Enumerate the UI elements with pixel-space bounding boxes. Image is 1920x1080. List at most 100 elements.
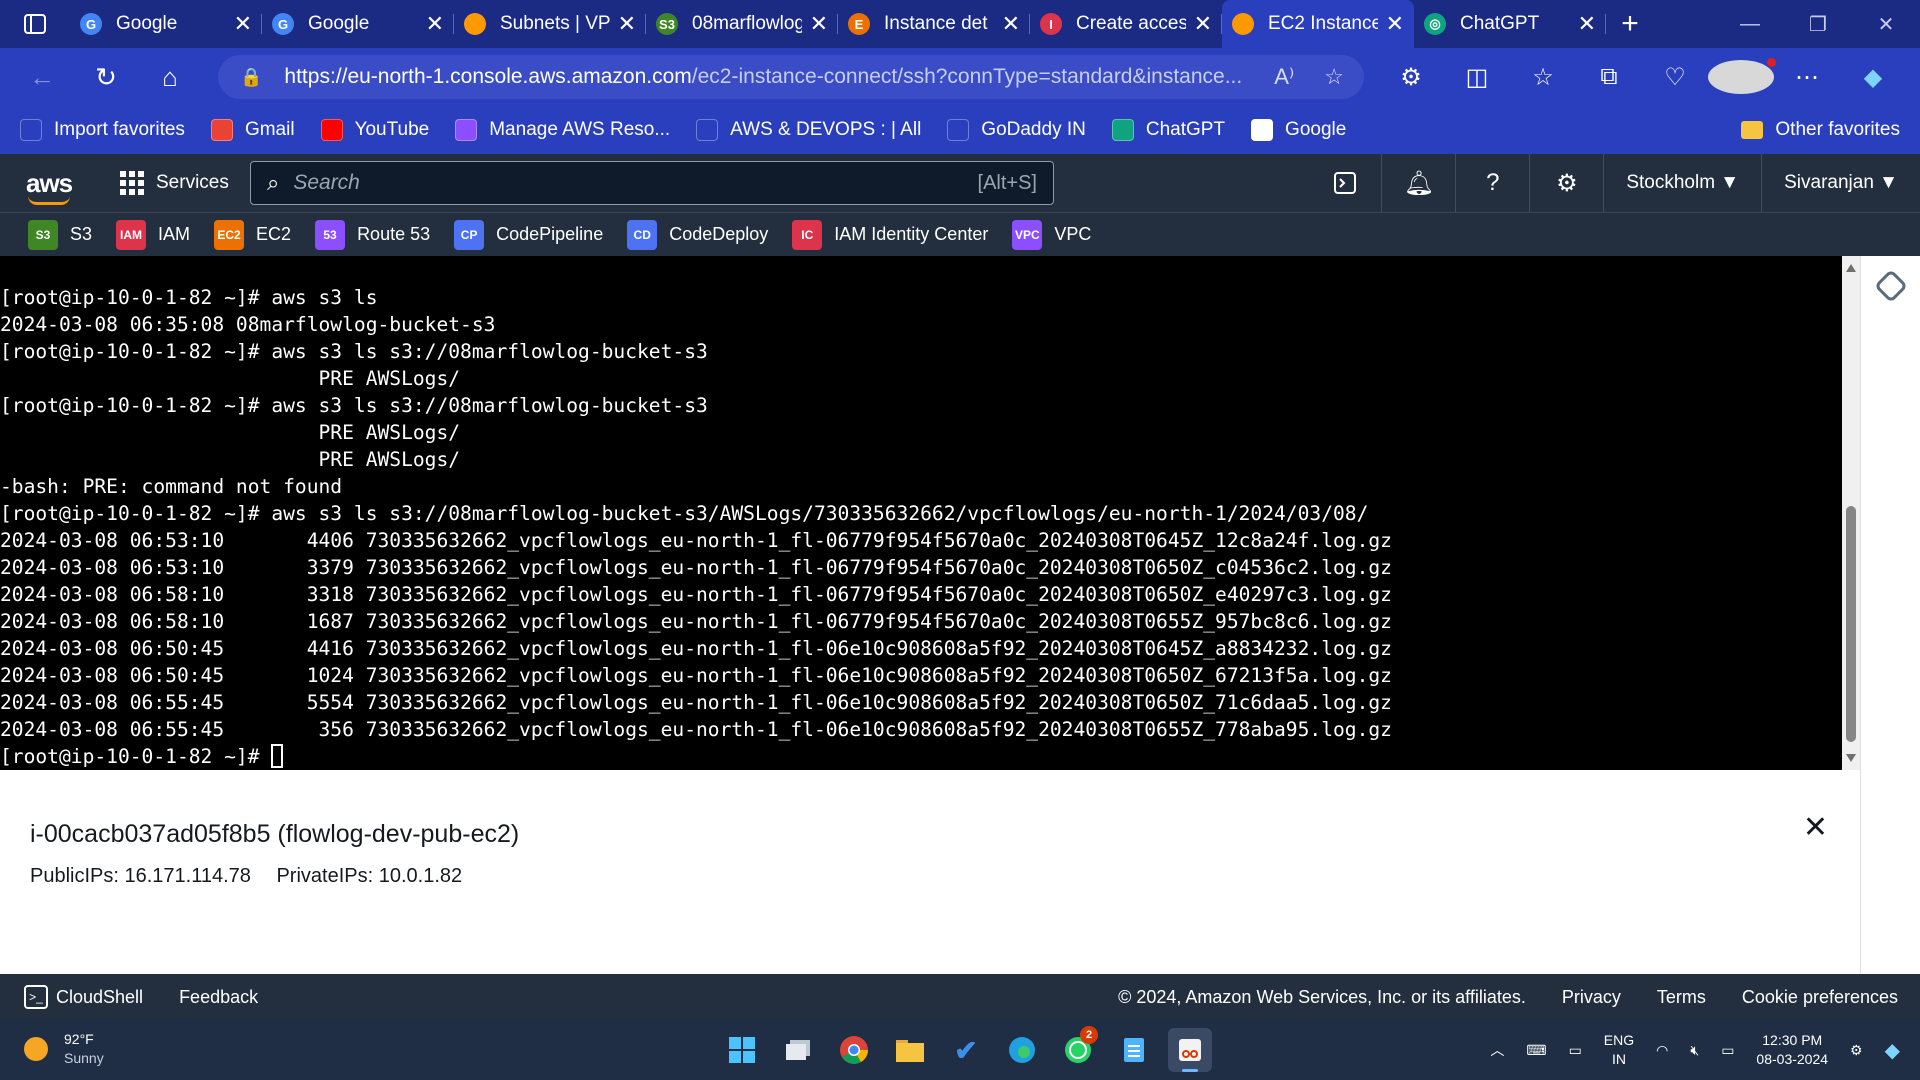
browser-tab[interactable]: Subnets | VP ✕ [454,0,646,48]
cloudshell-icon[interactable] [1308,154,1383,212]
collections-icon[interactable]: ⧉ [1576,63,1642,91]
browser-tab[interactable]: E Instance det ✕ [838,0,1030,48]
close-tab-icon[interactable]: ✕ [618,11,636,37]
favorite-star-icon[interactable]: ☆ [1324,64,1344,90]
lock-icon[interactable]: 🔒 [240,67,262,88]
terminal-scrollbar[interactable] [1842,256,1860,770]
service-shortcut[interactable]: CD CodeDeploy [627,219,768,250]
google-icon: G [80,13,102,35]
tab-label: Subnets | VP [500,13,610,34]
favorite-link[interactable]: YouTube [320,119,429,141]
close-tab-icon[interactable]: ✕ [234,11,252,37]
battery-icon[interactable]: ▭ [1721,1042,1734,1059]
ssh-terminal[interactable]: [root@ip-10-0-1-82 ~]# aws s3 ls 2024-03-… [0,256,1842,770]
service-shortcut[interactable]: IC IAM Identity Center [792,219,988,250]
favorite-link[interactable]: Manage AWS Reso... [455,119,670,141]
other-favorites-link[interactable]: Other favorites [1775,119,1900,141]
service-shortcut[interactable]: S3 S3 [28,219,92,250]
notification-settings-icon[interactable]: ⚙ [1850,1042,1863,1059]
browser-essentials-icon[interactable]: ♡ [1642,63,1708,92]
extensions-icon[interactable]: ⚙ [1378,63,1444,92]
weather-widget[interactable]: 92°F Sunny [24,1030,104,1068]
whatsapp-icon[interactable]: 2 [1056,1026,1100,1072]
favorite-link[interactable]: Google [1251,119,1346,141]
browser-tab[interactable]: G Google ✕ [262,0,454,48]
address-bar[interactable]: 🔒 https://eu-north-1.console.aws.amazon.… [218,55,1364,99]
notepad-icon[interactable] [1112,1028,1156,1072]
close-tab-icon[interactable]: ✕ [1194,11,1212,37]
edge-icon[interactable] [1000,1028,1044,1072]
favorite-link[interactable]: AWS & DEVOPS : | All [696,119,921,141]
keyboard-icon[interactable]: ⌨ [1526,1042,1546,1059]
todo-check-icon[interactable]: ✔ [944,1028,988,1072]
split-screen-icon[interactable]: ◫ [1444,63,1510,92]
notifications-bell-icon[interactable]: 🔔︎ [1382,154,1457,212]
browser-tab[interactable]: I Create acces ✕ [1030,0,1222,48]
more-options-icon[interactable]: ⋯ [1774,63,1840,92]
snipping-tool-icon[interactable] [1168,1028,1212,1072]
close-tab-icon[interactable]: ✕ [810,11,828,37]
favorite-link[interactable]: GoDaddy IN [947,119,1086,141]
terminal-line: 2024-03-08 06:35:08 08marflowlog-bucket-… [0,313,496,336]
language-indicator[interactable]: ENG IN [1604,1031,1634,1069]
feedback-link[interactable]: Feedback [179,987,258,1008]
home-icon[interactable]: ⌂ [138,52,202,102]
close-tab-icon[interactable]: ✕ [1578,11,1596,37]
favorite-link[interactable]: Gmail [210,119,295,141]
terminal-line: 2024-03-08 06:55:45 356 730335632662_vpc… [0,718,1392,741]
terms-link[interactable]: Terms [1657,987,1706,1008]
favorite-link[interactable]: Import favorites [20,119,185,141]
browser-tab[interactable]: ◎ ChatGPT ✕ [1414,0,1606,48]
back-icon[interactable]: ← [10,52,74,102]
chrome-icon[interactable] [832,1028,876,1072]
volume-muted-icon[interactable]: 🔇︎ [1690,1042,1699,1059]
browser-tab[interactable]: EC2 Instance ✕ [1222,0,1414,48]
service-shortcut[interactable]: CP CodePipeline [454,219,603,250]
clock[interactable]: 12:30 PM 08-03-2024 [1756,1031,1828,1069]
copilot-taskbar-icon[interactable]: ◆ [1885,1038,1900,1063]
close-tab-icon[interactable]: ✕ [1002,11,1020,37]
settings-gear-icon[interactable]: ⚙ [1530,154,1605,212]
scroll-down-arrow[interactable] [1846,754,1856,762]
profile-avatar[interactable] [1708,58,1776,94]
side-panel-icon[interactable] [1874,269,1908,303]
account-menu[interactable]: Sivaranjan ▼ [1762,154,1920,212]
service-shortcut[interactable]: 53 Route 53 [315,219,430,250]
favorite-link[interactable]: ChatGPT [1111,119,1225,141]
privacy-link[interactable]: Privacy [1562,987,1621,1008]
favorites-icon[interactable]: ☆ [1510,63,1576,92]
wifi-icon[interactable]: ◠ [1656,1042,1668,1059]
browser-tab[interactable]: S3 08marflowlog ✕ [646,0,838,48]
cloudshell-button[interactable]: >_ CloudShell [24,985,143,1009]
close-icon[interactable]: ✕ [1803,810,1828,845]
region-selector[interactable]: Stockholm ▼ [1604,154,1763,212]
service-shortcut[interactable]: EC2 EC2 [214,219,291,250]
scroll-thumb[interactable] [1846,506,1856,742]
help-icon[interactable]: ? [1456,154,1531,212]
cookie-preferences-link[interactable]: Cookie preferences [1742,987,1898,1008]
maximize-icon[interactable]: ❐ [1784,0,1852,48]
read-aloud-icon[interactable]: A⁾ [1274,64,1294,90]
refresh-icon[interactable]: ↻ [74,52,138,102]
services-label: Services [156,172,229,193]
service-shortcut[interactable]: VPC VPC [1012,219,1091,250]
service-shortcut[interactable]: IAM IAM [116,219,190,250]
aws-search-input[interactable]: ⌕ Search [Alt+S] [250,161,1054,205]
file-explorer-icon[interactable] [888,1028,932,1072]
tab-actions-icon[interactable] [0,0,70,48]
services-menu[interactable]: Services [120,171,229,195]
scroll-up-arrow[interactable] [1846,264,1856,272]
new-tab-button[interactable]: + [1606,0,1654,48]
chevron-up-icon[interactable]: ︿ [1490,1040,1504,1060]
display-icon[interactable]: ▭ [1569,1042,1582,1059]
close-tab-icon[interactable]: ✕ [426,11,444,37]
close-tab-icon[interactable]: ✕ [1386,11,1404,37]
minimize-icon[interactable]: — [1716,0,1784,48]
task-view-icon[interactable] [776,1028,820,1072]
close-window-icon[interactable]: ✕ [1852,0,1920,48]
terminal-line: 2024-03-08 06:58:10 3318 730335632662_vp… [0,583,1392,606]
aws-logo[interactable]: aws [0,168,100,205]
start-windows-icon[interactable] [720,1028,764,1072]
browser-tab[interactable]: G Google ✕ [70,0,262,48]
copilot-icon[interactable]: ◆ [1840,63,1906,92]
